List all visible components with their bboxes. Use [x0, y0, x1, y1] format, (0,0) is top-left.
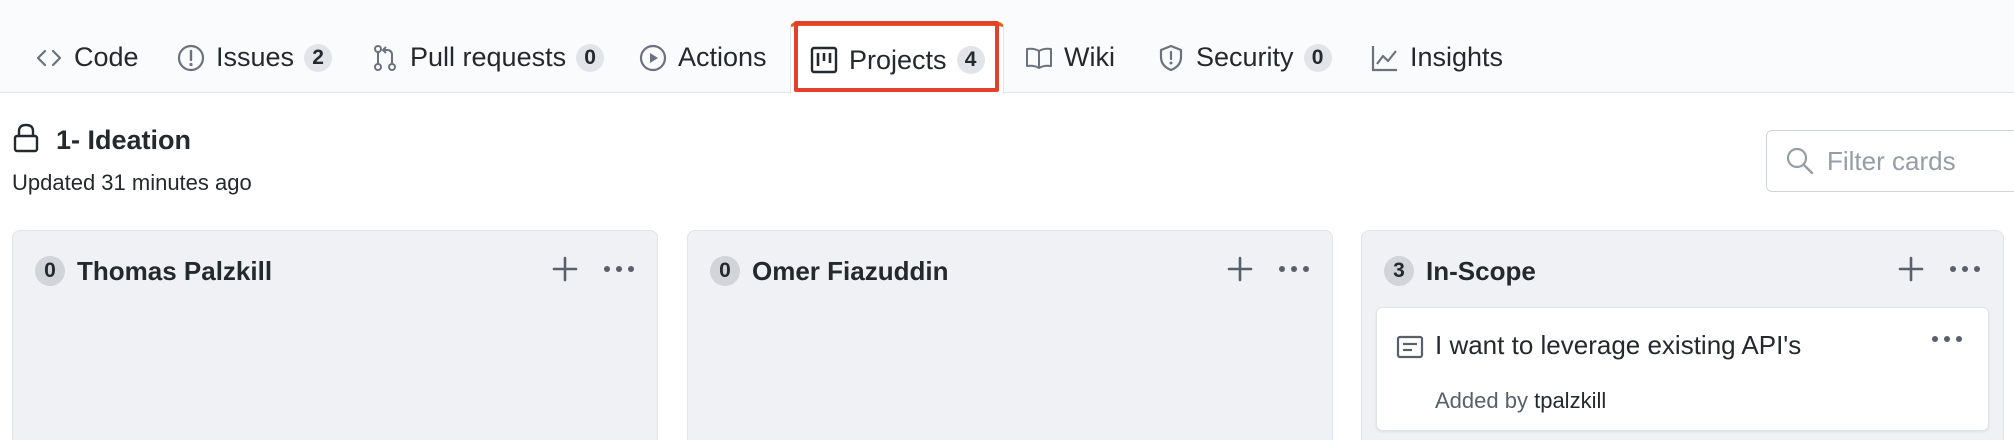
project-column: 0 Thomas Palzkill	[12, 230, 658, 440]
project-updated-time: Updated 31 minutes ago	[12, 170, 252, 195]
issues-counter: 2	[304, 43, 333, 72]
tab-wiki-label: Wiki	[1064, 42, 1115, 72]
code-icon	[34, 43, 64, 73]
column-name: In-Scope	[1426, 255, 1536, 286]
plus-icon[interactable]	[1895, 253, 1927, 285]
note-icon	[1395, 332, 1425, 362]
security-counter: 0	[1303, 43, 1332, 72]
play-icon	[638, 43, 668, 73]
shield-icon	[1156, 43, 1186, 73]
column-name: Omer Fiazuddin	[752, 255, 949, 286]
plus-icon[interactable]	[1224, 253, 1256, 285]
column-card-count: 3	[1384, 256, 1414, 286]
filter-cards-input[interactable]	[1827, 145, 2014, 177]
tab-projects-label: Projects	[849, 44, 947, 75]
project-card[interactable]: I want to leverage existing API's Added …	[1376, 307, 1989, 431]
tab-issues-label: Issues	[216, 42, 295, 72]
tab-actions-label: Actions	[678, 42, 767, 72]
tab-insights[interactable]: Insights	[1370, 22, 1503, 93]
tab-pull-requests[interactable]: Pull requests 0	[370, 22, 605, 93]
tab-issues[interactable]: Issues 2	[176, 22, 333, 93]
plus-icon[interactable]	[549, 253, 581, 285]
project-column: 0 Omer Fiazuddin	[687, 230, 1333, 440]
graph-icon	[1370, 43, 1400, 73]
repo-tab-nav: Code Issues 2 Pull requests 0 Actions Pr…	[0, 0, 2014, 94]
tab-actions[interactable]: Actions	[638, 22, 767, 93]
tab-insights-label: Insights	[1410, 42, 1504, 72]
issue-opened-icon	[176, 43, 206, 73]
tab-wiki[interactable]: Wiki	[1024, 22, 1115, 93]
git-pull-request-icon	[370, 43, 400, 73]
search-icon	[1785, 146, 1815, 176]
card-author-link[interactable]: tpalzkill	[1534, 388, 1606, 413]
project-name: 1- Ideation	[56, 125, 192, 155]
tab-code-label: Code	[74, 42, 139, 72]
column-card-count: 0	[35, 256, 65, 286]
lock-icon	[12, 122, 40, 159]
tab-code[interactable]: Code	[34, 22, 139, 93]
kebab-horizontal-icon[interactable]	[1930, 326, 1964, 352]
kebab-horizontal-icon[interactable]	[601, 253, 637, 285]
projects-counter: 4	[956, 46, 985, 74]
kebab-horizontal-icon[interactable]	[1947, 253, 1983, 285]
tab-pull-requests-label: Pull requests	[410, 42, 567, 72]
kebab-horizontal-icon[interactable]	[1276, 253, 1312, 285]
tab-projects[interactable]: Projects 4	[790, 22, 1004, 94]
project-title: 1- Ideation	[12, 122, 191, 159]
pull-requests-counter: 0	[576, 43, 605, 72]
filter-cards-field[interactable]	[1766, 130, 2014, 192]
tab-security[interactable]: Security 0	[1156, 22, 1332, 93]
card-added-by: Added by tpalzkill	[1435, 388, 1606, 414]
card-title: I want to leverage existing API's	[1435, 330, 1802, 360]
tab-security-label: Security	[1196, 42, 1294, 72]
column-card-count: 0	[710, 256, 740, 286]
column-name: Thomas Palzkill	[77, 255, 273, 286]
project-icon	[809, 45, 839, 75]
added-by-label: Added by	[1435, 388, 1528, 413]
project-column: 3 In-Scope I want to leverage existing A…	[1361, 230, 2004, 440]
book-icon	[1024, 43, 1054, 73]
